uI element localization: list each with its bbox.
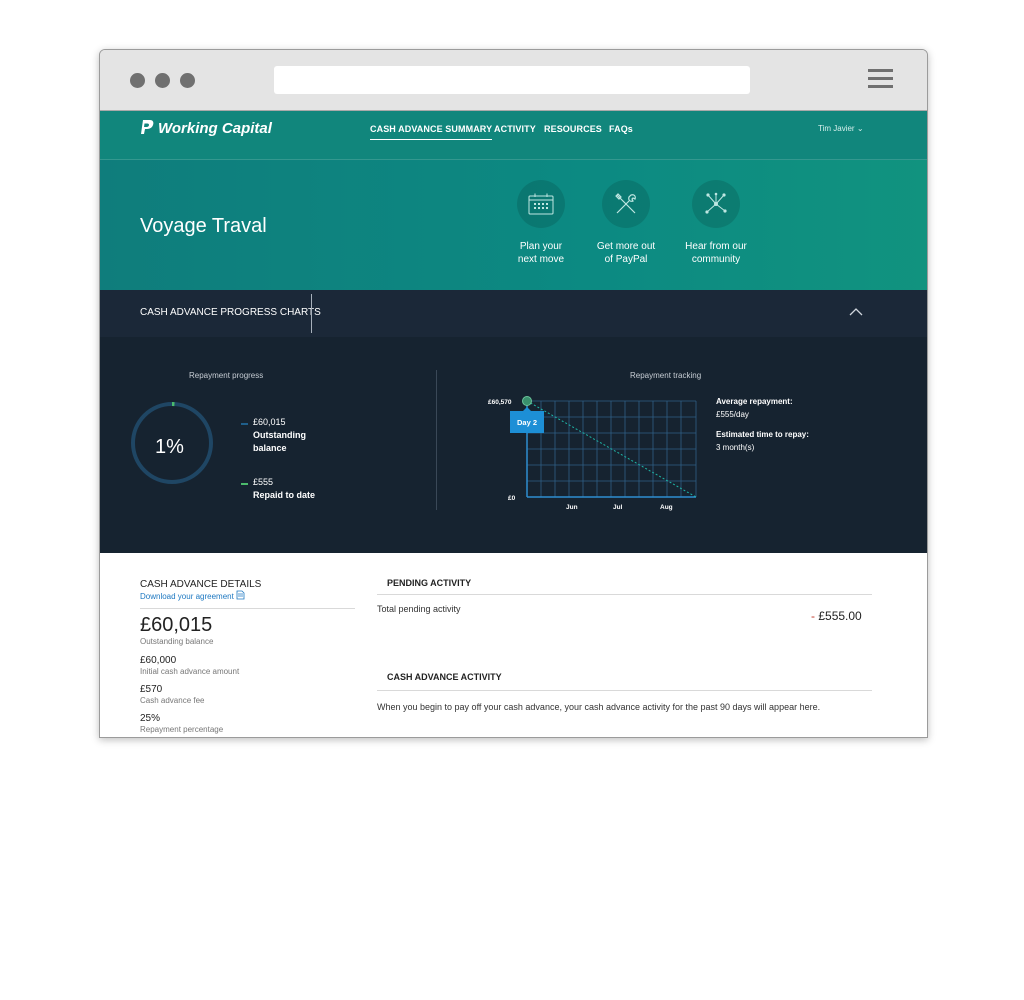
nav-activity[interactable]: ACTIVITY <box>494 124 536 134</box>
paypal-logo-icon <box>141 120 154 134</box>
est-time-title: Estimated time to repay: <box>716 430 809 439</box>
progress-charts-panel: Repayment progress 1% £60,015 Outstandin… <box>100 337 927 553</box>
page-title: Voyage Traval <box>140 215 267 237</box>
browser-toolbar <box>100 50 927 111</box>
y-top-label: £60,570 <box>488 399 512 406</box>
hero-link-label: community <box>691 254 741 265</box>
repaid-value: £555 <box>253 477 274 487</box>
outstanding-value: £60,015 <box>253 417 286 427</box>
outstanding-label: Outstanding <box>253 430 306 440</box>
calendar-icon <box>517 180 565 228</box>
chevron-up-icon[interactable] <box>849 307 863 317</box>
avg-repayment-value: £555/day <box>716 410 749 419</box>
hero-link-label: Plan your <box>519 241 563 252</box>
pending-amount: - £555.00 <box>811 609 862 623</box>
activity-message: When you begin to pay off your cash adva… <box>377 702 821 712</box>
repayment-percentage-label: Repayment percentage <box>140 725 224 734</box>
repayment-tracking-title: Repayment tracking <box>630 371 702 380</box>
fee-label: Cash advance fee <box>140 696 205 705</box>
outstanding-balance-label: Outstanding balance <box>140 637 214 646</box>
top-navigation: Working Capital CASH ADVANCE SUMMARY ACT… <box>100 111 927 160</box>
hero-link-plan[interactable]: Plan your next move <box>496 180 586 266</box>
hero-link-label: Hear from our <box>685 241 747 252</box>
browser-window: Working Capital CASH ADVANCE SUMMARY ACT… <box>99 49 928 738</box>
fee-value: £570 <box>140 684 163 695</box>
document-icon <box>236 590 245 600</box>
pending-amount-sign: - <box>811 609 815 623</box>
current-point[interactable] <box>522 396 532 406</box>
window-dot-icon[interactable] <box>180 73 195 88</box>
activity-title: CASH ADVANCE ACTIVITY <box>387 672 502 682</box>
outstanding-balance: £60,015 <box>140 614 213 636</box>
x-tick-label: Aug <box>660 504 673 511</box>
initial-amount-label: Initial cash advance amount <box>140 667 240 676</box>
divider <box>311 294 312 333</box>
address-bar[interactable] <box>274 66 750 94</box>
window-dot-icon[interactable] <box>155 73 170 88</box>
user-menu[interactable]: Tim Javier ⌄ <box>818 124 864 133</box>
nav-faqs[interactable]: FAQs <box>609 124 633 134</box>
hero-link-paypal[interactable]: Get more out of PayPal <box>581 180 671 266</box>
x-tick-label: Jun <box>566 504 578 511</box>
outstanding-label: balance <box>253 443 287 453</box>
repayment-tracking-chart: £60,570 £0 Jun Jul Aug Day 2 <box>488 396 697 511</box>
details-title: CASH ADVANCE DETAILS <box>140 579 262 590</box>
tools-icon <box>602 180 650 228</box>
chevron-down-icon: ⌄ <box>856 124 864 133</box>
tooltip-pointer <box>523 407 531 411</box>
initial-amount-value: £60,000 <box>140 655 177 666</box>
pending-title: PENDING ACTIVITY <box>387 578 472 588</box>
hero-link-label: next move <box>517 254 565 265</box>
repayment-percent: 1% <box>155 436 184 458</box>
tooltip-text: Day 2 <box>517 418 537 427</box>
repayment-progress-title: Repayment progress <box>189 371 264 380</box>
pending-label: Total pending activity <box>377 604 461 614</box>
network-icon <box>692 180 740 228</box>
hero-link-label: Get more out <box>596 241 656 252</box>
web-page: Working Capital CASH ADVANCE SUMMARY ACT… <box>100 111 927 737</box>
menu-icon[interactable] <box>868 69 893 91</box>
window-dot-icon[interactable] <box>130 73 145 88</box>
hero-link-community[interactable]: Hear from our community <box>671 180 761 266</box>
hero-banner: Voyage Traval Plan your next move Get mo… <box>100 160 927 290</box>
pending-amount-value: £555.00 <box>818 609 862 623</box>
est-time-value: 3 month(s) <box>716 443 755 452</box>
repayment-percentage-value: 25% <box>140 713 161 724</box>
divider <box>377 690 872 691</box>
download-link-label: Download your agreement <box>140 592 234 601</box>
x-tick-label: Jul <box>613 504 623 511</box>
user-name: Tim Javier <box>818 124 855 133</box>
brand-logo[interactable]: Working Capital <box>140 120 272 137</box>
repaid-label: Repaid to date <box>253 490 316 500</box>
details-section: CASH ADVANCE DETAILS Download your agree… <box>100 553 927 737</box>
nav-cash-advance-summary[interactable]: CASH ADVANCE SUMMARY <box>370 124 493 140</box>
download-agreement-link[interactable]: Download your agreement <box>140 590 245 601</box>
divider <box>140 608 355 609</box>
hero-link-label: of PayPal <box>604 254 648 265</box>
y-bottom-label: £0 <box>508 495 516 502</box>
chart-divider <box>436 370 437 510</box>
nav-resources[interactable]: RESOURCES <box>544 124 602 134</box>
outstanding-swatch <box>241 423 248 425</box>
repaid-swatch <box>241 483 248 485</box>
avg-repayment-title: Average repayment: <box>716 397 793 406</box>
progress-charts-header[interactable]: CASH ADVANCE PROGRESS CHARTS <box>100 290 927 337</box>
divider <box>377 594 872 595</box>
section-title: CASH ADVANCE PROGRESS CHARTS <box>140 307 321 318</box>
brand-name: Working Capital <box>158 120 272 137</box>
